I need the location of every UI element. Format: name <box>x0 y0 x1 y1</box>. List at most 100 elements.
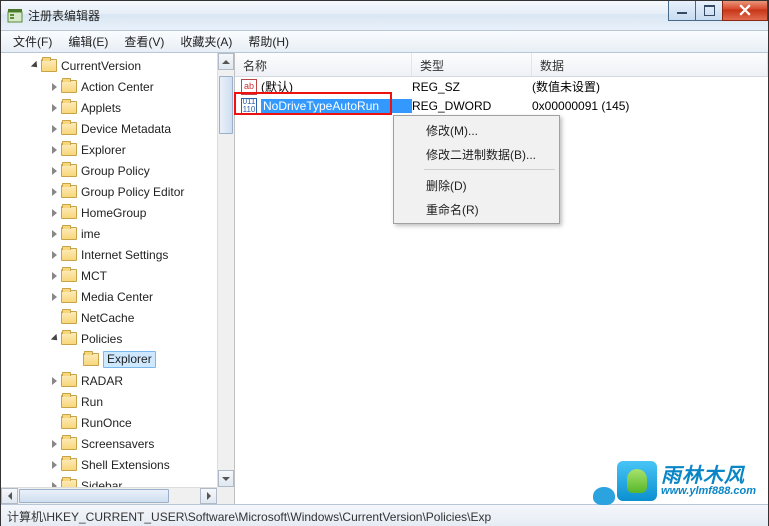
tree-node[interactable]: HomeGroup <box>1 202 234 223</box>
expand-icon[interactable] <box>49 187 59 197</box>
tree-node[interactable]: RADAR <box>1 370 234 391</box>
scroll-thumb[interactable] <box>219 76 233 134</box>
expand-icon[interactable] <box>49 460 59 470</box>
tree-node[interactable]: Run <box>1 391 234 412</box>
node-label: Action Center <box>81 80 154 94</box>
folder-icon <box>61 143 77 156</box>
col-data[interactable]: 数据 <box>532 53 768 76</box>
regedit-icon <box>7 8 23 24</box>
expand-icon[interactable] <box>49 271 59 281</box>
folder-icon <box>61 395 77 408</box>
tree-node[interactable]: Screensavers <box>1 433 234 454</box>
maximize-button[interactable] <box>695 1 723 21</box>
menubar: 文件(F) 编辑(E) 查看(V) 收藏夹(A) 帮助(H) <box>1 31 768 53</box>
tree-node-explorer-selected[interactable]: Explorer <box>1 349 234 370</box>
dword-value-icon: 011110 <box>241 98 257 114</box>
close-button[interactable] <box>722 1 768 21</box>
value-data: (数值未设置) <box>532 78 768 95</box>
value-row-nodrivetypeautorun[interactable]: 011110 NoDriveTypeAutoRun REG_DWORD 0x00… <box>235 96 768 115</box>
folder-icon <box>61 269 77 282</box>
tree-node[interactable]: Group Policy Editor <box>1 181 234 202</box>
tree-node[interactable]: MCT <box>1 265 234 286</box>
col-type[interactable]: 类型 <box>412 53 532 76</box>
node-label: CurrentVersion <box>61 59 141 73</box>
context-menu: 修改(M)... 修改二进制数据(B)... 删除(D) 重命名(R) <box>393 115 560 224</box>
scroll-down-icon[interactable] <box>218 470 234 487</box>
node-label: Policies <box>81 332 122 346</box>
tree-node-policies[interactable]: Policies <box>1 328 234 349</box>
node-label: Internet Settings <box>81 248 168 262</box>
scroll-right-icon[interactable] <box>200 488 217 504</box>
menu-favorites[interactable]: 收藏夹(A) <box>172 30 240 53</box>
tree-node[interactable]: NetCache <box>1 307 234 328</box>
expand-icon[interactable] <box>49 145 59 155</box>
node-label: Explorer <box>103 351 156 368</box>
tree-node[interactable]: ime <box>1 223 234 244</box>
expand-icon[interactable] <box>49 376 59 386</box>
ctx-delete[interactable]: 删除(D) <box>396 173 557 197</box>
value-data: 0x00000091 (145) <box>532 99 768 113</box>
expand-icon[interactable] <box>49 103 59 113</box>
titlebar: 注册表编辑器 <box>1 1 768 31</box>
node-label: Group Policy <box>81 164 150 178</box>
tree-scrollbar-vertical[interactable] <box>217 53 234 487</box>
bird-icon <box>593 487 615 505</box>
folder-icon <box>61 374 77 387</box>
scroll-up-icon[interactable] <box>218 53 234 70</box>
tree-node[interactable]: Applets <box>1 97 234 118</box>
statusbar: 计算机\HKEY_CURRENT_USER\Software\Microsoft… <box>1 504 768 526</box>
expand-icon[interactable] <box>49 292 59 302</box>
folder-icon <box>61 206 77 219</box>
menu-help[interactable]: 帮助(H) <box>240 30 297 53</box>
ctx-rename[interactable]: 重命名(R) <box>396 197 557 221</box>
window-title: 注册表编辑器 <box>28 7 669 24</box>
tree-pane: CurrentVersion Action Center Applets Dev… <box>1 53 235 504</box>
scroll-corner <box>217 487 234 504</box>
scroll-left-icon[interactable] <box>1 488 18 504</box>
tree-node[interactable]: RunOnce <box>1 412 234 433</box>
tree-node[interactable]: Action Center <box>1 76 234 97</box>
tree-node[interactable]: Media Center <box>1 286 234 307</box>
expand-icon[interactable] <box>49 229 59 239</box>
value-type: REG_DWORD <box>412 99 532 113</box>
expand-icon[interactable] <box>49 439 59 449</box>
folder-icon <box>61 101 77 114</box>
leaf-icon <box>627 469 647 493</box>
ctx-modify-binary[interactable]: 修改二进制数据(B)... <box>396 142 557 166</box>
expand-icon <box>71 355 81 365</box>
menu-edit[interactable]: 编辑(E) <box>60 30 116 53</box>
node-label: Group Policy Editor <box>81 185 184 199</box>
value-row-default[interactable]: ab (默认) REG_SZ (数值未设置) <box>235 77 768 96</box>
expand-icon[interactable] <box>49 124 59 134</box>
node-label: RADAR <box>81 374 123 388</box>
value-name: NoDriveTypeAutoRun <box>261 99 412 113</box>
expand-icon <box>49 397 59 407</box>
tree-node[interactable]: Explorer <box>1 139 234 160</box>
folder-icon <box>61 332 77 345</box>
node-label: MCT <box>81 269 107 283</box>
folder-icon <box>61 164 77 177</box>
col-name[interactable]: 名称 <box>235 53 412 76</box>
node-label: Applets <box>81 101 121 115</box>
minimize-button[interactable] <box>668 1 696 21</box>
menu-file[interactable]: 文件(F) <box>5 30 60 53</box>
expand-icon <box>49 418 59 428</box>
tree-node-currentversion[interactable]: CurrentVersion <box>1 55 234 76</box>
tree-node[interactable]: Device Metadata <box>1 118 234 139</box>
tree-node[interactable]: Internet Settings <box>1 244 234 265</box>
node-label: Device Metadata <box>81 122 171 136</box>
node-label: Explorer <box>81 143 126 157</box>
expand-icon[interactable] <box>49 250 59 260</box>
registry-tree[interactable]: CurrentVersion Action Center Applets Dev… <box>1 53 234 496</box>
ctx-modify[interactable]: 修改(M)... <box>396 118 557 142</box>
tree-scrollbar-horizontal[interactable] <box>1 487 217 504</box>
tree-node[interactable]: Group Policy <box>1 160 234 181</box>
menu-view[interactable]: 查看(V) <box>116 30 172 53</box>
expand-icon[interactable] <box>49 334 59 344</box>
tree-node[interactable]: Shell Extensions <box>1 454 234 475</box>
expand-icon[interactable] <box>49 166 59 176</box>
expand-icon[interactable] <box>29 61 39 71</box>
scroll-thumb[interactable] <box>19 489 169 503</box>
expand-icon[interactable] <box>49 208 59 218</box>
expand-icon[interactable] <box>49 82 59 92</box>
